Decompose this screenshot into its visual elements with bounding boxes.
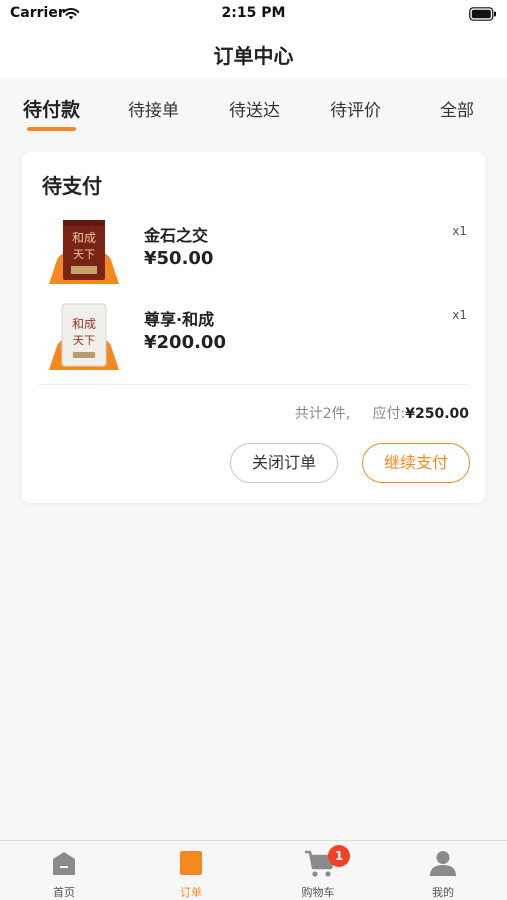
item-quantity: x1 [452,308,467,322]
status-time: 2:15 PM [221,5,286,21]
item-count: 共计2件, [294,406,351,422]
tabbar-label: 订单 [180,886,202,899]
svg-text:天下: 天下 [73,334,95,347]
continue-payment-button[interactable]: 继续支付 [362,443,470,483]
tabbar-item-home[interactable]: 首页 [14,841,114,900]
tabbar-item-orders[interactable]: 订单 [141,841,241,900]
tabbar-label: 我的 [432,886,454,899]
order-status-label: 待支付 [42,174,102,198]
svg-text:和成: 和成 [72,317,96,331]
item-price: ¥200.00 [144,332,226,353]
active-tab-indicator [27,127,76,131]
tab-pending-delivery[interactable]: 待送达 [229,96,280,121]
order-icon [177,849,205,877]
tabbar-label: 首页 [53,886,75,899]
status-bar: Carrier 2:15 PM [0,0,507,28]
total-label: 应付: [372,406,406,422]
order-summary: 共计2件, 应付:¥250.00 [295,403,469,423]
tea-package-light-icon: 和成 天下 [47,302,121,374]
order-item[interactable]: 和成 天下 金石之交 ¥50.00 x1 [22,218,485,298]
bottom-tab-bar: 首页 订单 1 购物车 我的 [0,840,507,900]
tab-pending-payment[interactable]: 待付款 [23,95,80,122]
divider [38,384,469,385]
total-amount: ¥250.00 [405,406,469,422]
user-icon [429,849,457,877]
item-price: ¥50.00 [144,248,214,269]
page-title: 订单中心 [213,44,294,68]
tabbar-label: 购物车 [301,886,335,899]
order-status-tabs: 待付款 待接单 待送达 待评价 全部 [0,78,507,136]
tea-package-dark-icon: 和成 天下 [47,218,121,290]
order-card[interactable]: 待支付 和成 天下 金石之交 ¥50.00 x1 和成 天下 尊享·和成 ¥20… [22,152,485,503]
svg-text:天下: 天下 [73,248,95,261]
tab-pending-acceptance[interactable]: 待接单 [128,96,179,121]
tabbar-item-profile[interactable]: 我的 [393,841,493,900]
tabbar-item-cart[interactable]: 1 购物车 [268,841,368,900]
battery-icon [469,6,497,25]
svg-text:和成: 和成 [72,231,96,245]
tab-pending-review[interactable]: 待评价 [330,96,381,121]
cart-badge: 1 [328,845,350,867]
item-name: 金石之交 [144,226,209,245]
navigation-bar: 订单中心 [0,28,507,78]
item-quantity: x1 [452,224,467,238]
order-item[interactable]: 和成 天下 尊享·和成 ¥200.00 x1 [22,302,485,382]
close-order-button[interactable]: 关闭订单 [230,443,338,483]
item-name: 尊享·和成 [144,310,215,329]
home-icon [50,849,78,877]
tab-all[interactable]: 全部 [440,96,474,121]
